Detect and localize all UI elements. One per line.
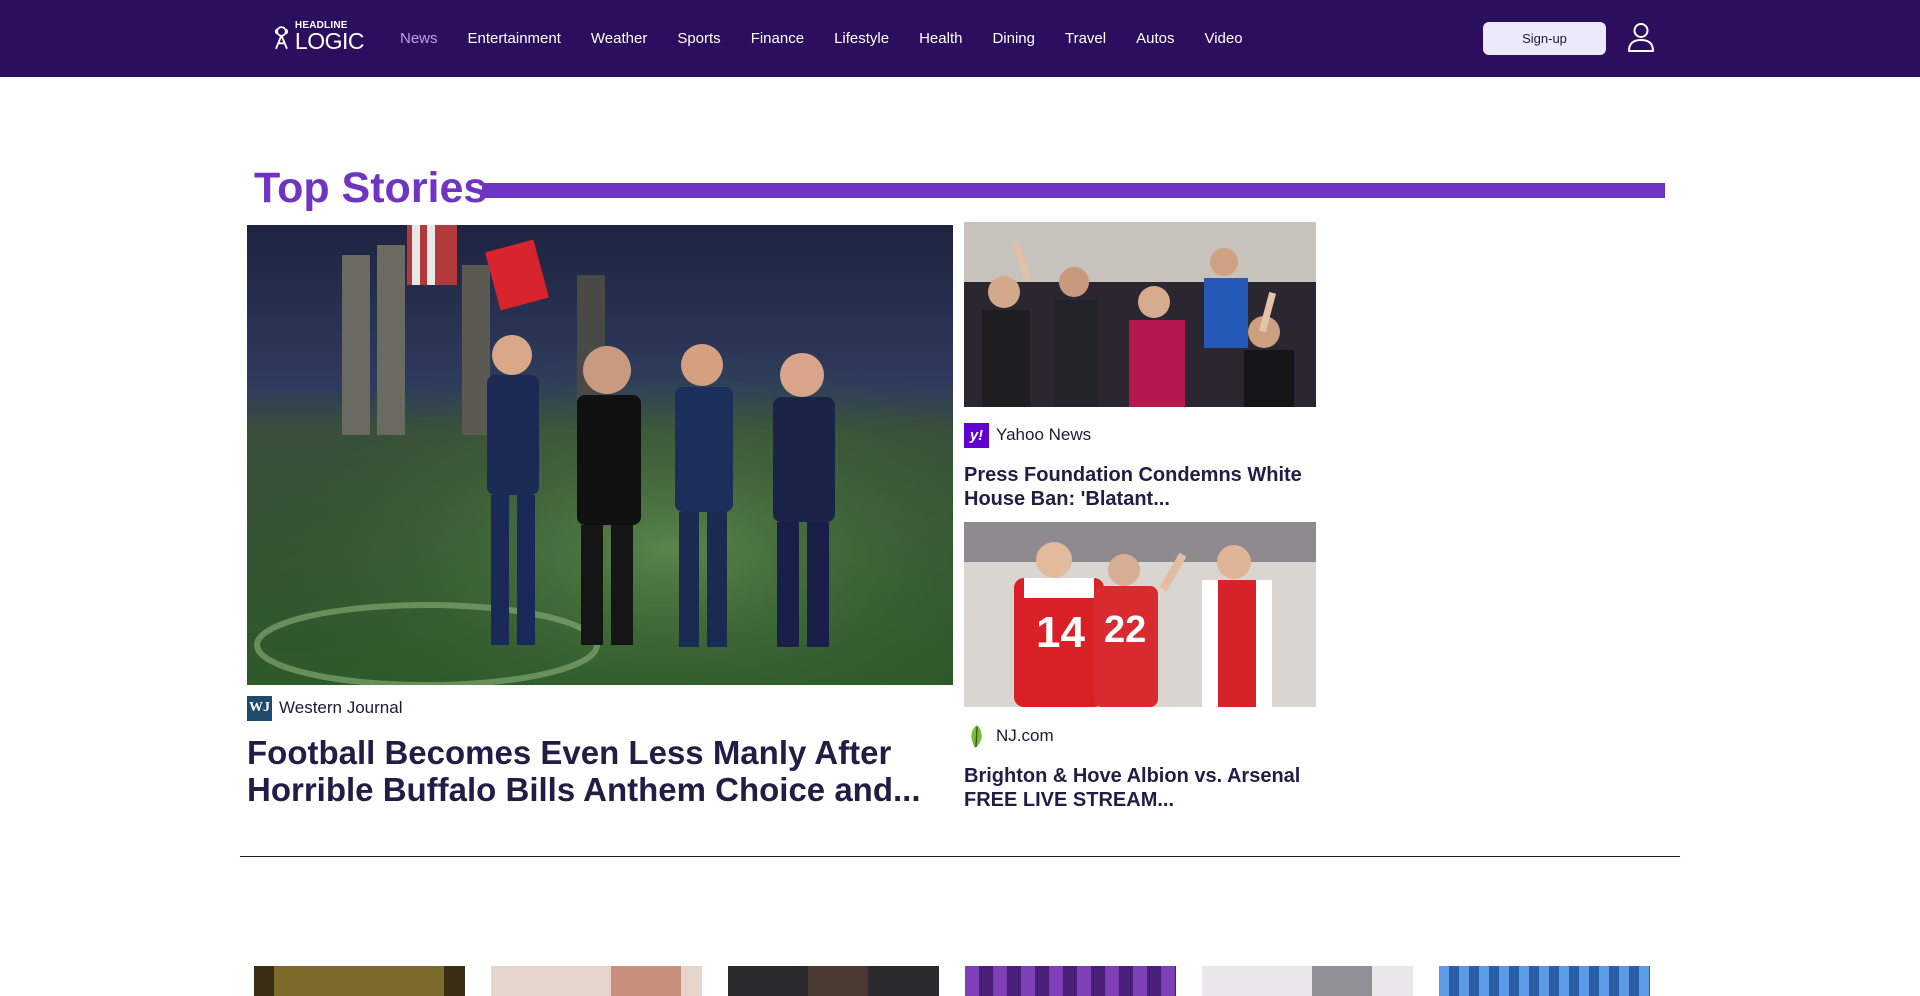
yahoo-logo-text: y! [969, 426, 984, 444]
main-story-source[interactable]: WJ Western Journal [247, 695, 402, 721]
western-journal-logo-text: WJ [249, 700, 270, 715]
nav-item-news[interactable]: News [400, 30, 438, 47]
side-story-2-headline[interactable]: Brighton & Hove Albion vs. Arsenal FREE … [964, 764, 1316, 812]
thumbnail-3[interactable] [728, 966, 939, 996]
svg-text:22: 22 [1104, 609, 1146, 651]
nav-item-weather[interactable]: Weather [591, 30, 647, 47]
thumbnail-5[interactable] [1202, 966, 1413, 996]
main-story-image[interactable] [247, 225, 953, 685]
user-icon[interactable] [1627, 22, 1655, 52]
side-story-1-photo [964, 222, 1316, 407]
thumbnail-1-art [274, 966, 444, 996]
nav-item-entertainment[interactable]: Entertainment [468, 30, 561, 47]
thumbnail-6-art [1439, 966, 1650, 996]
main-nav: News Entertainment Weather Sports Financ… [400, 0, 1273, 77]
main-story-photo [247, 225, 953, 685]
nav-item-travel[interactable]: Travel [1065, 30, 1106, 47]
nav-item-autos[interactable]: Autos [1136, 30, 1174, 47]
signup-button[interactable]: Sign-up [1483, 22, 1606, 55]
western-journal-logo: WJ [247, 695, 272, 721]
nj-leaf-icon [970, 724, 982, 748]
side-story-1-source[interactable]: y! Yahoo News [964, 422, 1091, 448]
thumbnail-3-art [808, 966, 868, 996]
nj-com-logo [964, 724, 989, 749]
nav-item-sports[interactable]: Sports [677, 30, 720, 47]
thumbnail-4-art [965, 966, 1176, 996]
section-title-underline [482, 183, 1665, 198]
side-story-2-image[interactable]: 14 22 [964, 522, 1316, 707]
side-story-2-source-name: NJ.com [996, 726, 1054, 745]
yahoo-news-logo: y! [964, 422, 989, 448]
thumbnail-4[interactable] [965, 966, 1176, 996]
main-story-headline[interactable]: Football Becomes Even Less Manly After H… [247, 734, 967, 808]
thumbnail-6[interactable] [1439, 966, 1650, 996]
svg-text:14: 14 [1036, 608, 1085, 657]
thumbnail-2-art [611, 966, 681, 996]
side-story-1-image[interactable] [964, 222, 1316, 407]
headline-logic-logo[interactable]: HEADLINE LOGIC [272, 20, 365, 54]
side-story-1-headline[interactable]: Press Foundation Condemns White House Ba… [964, 463, 1316, 511]
logo-mark-icon [274, 26, 289, 50]
logo-wordmark: HEADLINE LOGIC [294, 21, 365, 54]
nav-item-dining[interactable]: Dining [992, 30, 1035, 47]
side-story-1-source-name: Yahoo News [996, 425, 1092, 444]
nav-item-lifestyle[interactable]: Lifestyle [834, 30, 889, 47]
nav-item-video[interactable]: Video [1204, 30, 1242, 47]
side-story-2-photo: 14 22 [964, 522, 1316, 707]
section-title-top-stories: Top Stories [254, 164, 488, 212]
section-divider [240, 856, 1680, 857]
thumbnail-5-art [1312, 966, 1372, 996]
thumbnail-2[interactable] [491, 966, 702, 996]
main-story-source-name: Western Journal [279, 698, 403, 717]
nav-item-finance[interactable]: Finance [751, 30, 804, 47]
top-navigation-bar: HEADLINE LOGIC News Entertainment Weathe… [0, 0, 1920, 77]
nav-item-health[interactable]: Health [919, 30, 962, 47]
side-story-2-source[interactable]: NJ.com [964, 723, 1054, 749]
logo-line-2: LOGIC [294, 28, 365, 54]
thumbnail-1[interactable] [254, 966, 465, 996]
